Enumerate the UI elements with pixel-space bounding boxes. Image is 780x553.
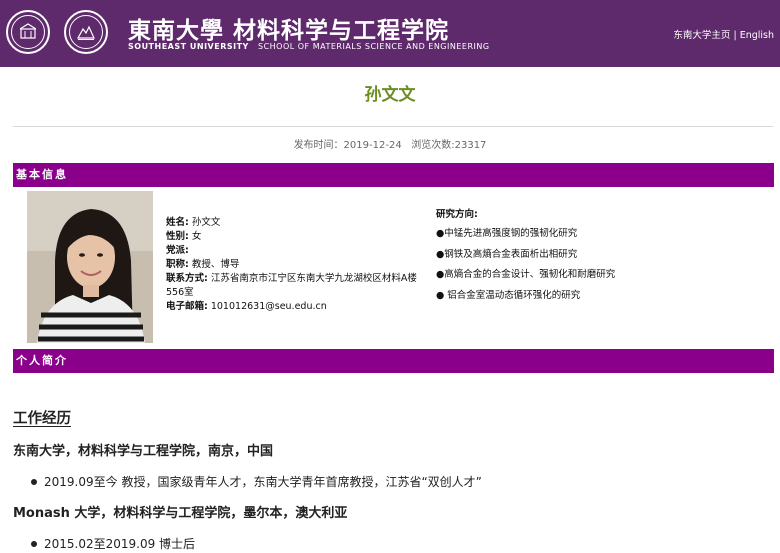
org-monash: Monash 大学，材料科学与工程学院，墨尔本，澳大利亚 (13, 506, 348, 521)
research-item: ● 铝合金室温动态循环强化的研究 (436, 289, 581, 301)
research-item: ●中锰先进高强度钢的强韧化研究 (436, 228, 578, 239)
basic-fields: 姓名: 孙文文 性别: 女 党派: 职称: 教授、博导 联系方式: 江苏省南京市… (166, 216, 428, 314)
school-seal-icon[interactable] (64, 10, 108, 54)
field-name: 姓名: 孙文文 (166, 216, 428, 230)
email-label: 电子邮箱: (166, 301, 208, 312)
bullet-icon (31, 478, 37, 485)
contact-label: 联系方式: (166, 273, 208, 284)
link-english[interactable]: English (740, 30, 774, 41)
name-value: 孙文文 (191, 217, 221, 228)
view-count: 浏览次数:23317 (411, 140, 487, 151)
section-bar-profile: 个人简介 (13, 349, 774, 373)
org-seu: 东南大学，材料科学与工程学院，南京，中国 (13, 444, 274, 459)
work-experience-heading: 工作经历 (13, 411, 71, 427)
list-item: 2015.02至2019.09 博士后 (31, 535, 780, 553)
site-header: 東南大學 材料科学与工程学院 SOUTHEAST UNIVERSITY SCHO… (0, 0, 780, 67)
section-bar-basic: 基本信息 (13, 163, 774, 187)
list-item: 2019.09至今 教授，国家级青年人才，东南大学青年首席教授，江苏省“双创人才… (31, 473, 780, 491)
field-gender: 性别: 女 (166, 230, 428, 244)
gender-label: 性别: (166, 231, 189, 242)
name-label: 姓名: (166, 217, 189, 228)
research-item: ●高熵合金的合金设计、强韧化和耐磨研究 (436, 269, 616, 280)
position-label: 职称: (166, 259, 189, 270)
brand-en-university: SOUTHEAST UNIVERSITY (128, 42, 249, 51)
university-seal-icon[interactable] (6, 10, 50, 54)
bullet-icon (31, 540, 37, 547)
publish-date: 发布时间：2019-12-24 (293, 140, 402, 151)
page-title: 孙文文 (364, 85, 416, 105)
top-links: 东南大学主页 | English (673, 27, 774, 41)
position-value: 教授、博导 (191, 259, 240, 270)
seal-emblem-icon (19, 23, 37, 39)
profile-content: 工作经历 东南大学，材料科学与工程学院，南京，中国 2019.09至今 教授，国… (13, 407, 780, 553)
publish-meta: 发布时间：2019-12-24 浏览次数:23317 (0, 136, 780, 151)
link-seu-home[interactable]: 东南大学主页 (673, 30, 730, 41)
research-item: ●钢铁及高熵合金表面析出相研究 (436, 248, 578, 260)
field-email: 电子邮箱: 101012631@seu.edu.cn (166, 300, 428, 314)
title-divider (13, 126, 773, 127)
party-label: 党派: (166, 245, 189, 256)
portrait-image (27, 191, 153, 343)
field-contact: 联系方式: 江苏省南京市江宁区东南大学九龙湖校区材料A楼556室 (166, 272, 428, 300)
org-monash-role: 2015.02至2019.09 博士后 (44, 537, 196, 551)
brand-title-en: SOUTHEAST UNIVERSITY SCHOOL OF MATERIALS… (128, 42, 490, 51)
brand-title-cn: 東南大學 材料科学与工程学院 (128, 17, 450, 44)
email-value[interactable]: 101012631@seu.edu.cn (211, 301, 327, 312)
gender-value: 女 (191, 231, 202, 242)
research-title: 研究方向: (436, 209, 478, 220)
org-seu-role: 2019.09至今 教授，国家级青年人才，东南大学青年首席教授，江苏省“双创人才… (44, 475, 482, 489)
link-separator: | (733, 30, 737, 41)
seal-mountain-icon (76, 25, 95, 40)
profile-photo (27, 191, 153, 343)
field-position: 职称: 教授、博导 (166, 258, 428, 272)
basic-info: 姓名: 孙文文 性别: 女 党派: 职称: 教授、博导 联系方式: 江苏省南京市… (0, 187, 780, 349)
brand-en-school: SCHOOL OF MATERIALS SCIENCE AND ENGINEER… (257, 42, 490, 51)
field-party: 党派: (166, 244, 428, 258)
research-directions: 研究方向: ●中锰先进高强度钢的强韧化研究 ●钢铁及高熵合金表面析出相研究 ●高… (436, 208, 615, 309)
